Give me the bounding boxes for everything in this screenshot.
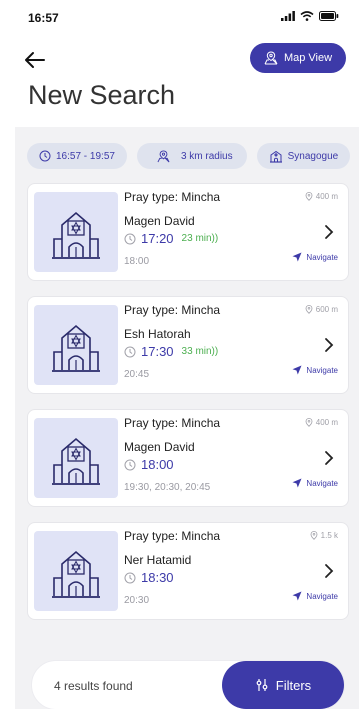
chip-time-range[interactable]: 16:57 - 19:57 — [27, 143, 127, 169]
synagogue-icon — [52, 437, 100, 485]
chevron-right-icon[interactable] — [324, 224, 334, 240]
clock-icon — [124, 572, 136, 583]
pray-type: Pray type: Mincha — [124, 416, 221, 430]
signal-icon — [281, 11, 295, 21]
time-remaining: 23 min)) — [181, 233, 219, 244]
distance: 400 m — [305, 192, 338, 201]
navigate-link[interactable]: Navigate — [292, 591, 338, 601]
location-pin-icon — [305, 305, 313, 314]
chevron-right-icon[interactable] — [324, 450, 334, 466]
navigate-label: Navigate — [306, 591, 338, 601]
filters-label: Filters — [275, 677, 312, 693]
prayer-time: 17:20 — [141, 231, 174, 246]
clock-icon — [124, 346, 136, 357]
result-card[interactable]: Pray type: Mincha 400 m Magen David 17:2… — [27, 183, 349, 281]
status-time: 16:57 — [28, 11, 59, 25]
synagogue-name: Magen David — [124, 440, 195, 454]
navigate-link[interactable]: Navigate — [292, 365, 338, 375]
other-times: 18:00 — [124, 256, 150, 267]
distance-value: 400 m — [315, 192, 338, 201]
synagogue-icon — [269, 150, 282, 163]
chip-radius[interactable]: 3 km radius — [136, 143, 247, 169]
synagogue-thumbnail — [34, 192, 118, 272]
wifi-icon — [300, 11, 314, 21]
distance: 1.5 k — [310, 531, 338, 540]
chip-label: Synagogue — [287, 150, 339, 162]
prayer-time: 18:00 — [141, 457, 174, 472]
results-panel: 16:57 - 19:57 3 km radius Synagogue Pray… — [15, 127, 359, 709]
pray-type: Pray type: Mincha — [124, 529, 221, 543]
synagogue-icon — [52, 211, 100, 259]
status-bar: 16:57 — [0, 0, 359, 36]
synagogue-thumbnail — [34, 305, 118, 385]
time-row: 17:20 23 min)) — [124, 231, 218, 246]
filter-chips: 16:57 - 19:57 3 km radius Synagogue — [27, 143, 351, 169]
synagogue-name: Ner Hatamid — [124, 553, 192, 567]
other-times: 19:30, 20:30, 20:45 — [124, 482, 211, 493]
chevron-right-icon[interactable] — [324, 337, 334, 353]
navigate-arrow-icon — [292, 478, 302, 488]
chip-type[interactable]: Synagogue — [256, 143, 351, 169]
navigate-arrow-icon — [292, 252, 302, 262]
filters-button[interactable]: Filters — [222, 661, 344, 709]
map-icon — [264, 51, 278, 65]
distance-value: 400 m — [315, 418, 338, 427]
navigate-arrow-icon — [292, 591, 302, 601]
synagogue-icon — [52, 324, 100, 372]
synagogue-thumbnail — [34, 531, 118, 611]
map-view-button[interactable]: Map View — [250, 43, 346, 73]
navigate-link[interactable]: Navigate — [292, 478, 338, 488]
page-title: New Search — [28, 80, 176, 110]
location-pin-icon — [305, 418, 313, 427]
synagogue-name: Magen David — [124, 214, 195, 228]
map-pin-icon — [157, 149, 170, 162]
prayer-time: 18:30 — [141, 570, 174, 585]
synagogue-name: Esh Hatorah — [124, 327, 191, 341]
map-view-label: Map View — [283, 52, 333, 64]
other-times: 20:30 — [124, 595, 150, 606]
navigate-link[interactable]: Navigate — [292, 252, 338, 262]
other-times: 20:45 — [124, 369, 150, 380]
navigate-label: Navigate — [306, 252, 338, 262]
chip-label: 16:57 - 19:57 — [56, 150, 115, 162]
filter-sliders-icon — [256, 679, 268, 691]
navigate-label: Navigate — [306, 478, 338, 488]
navigate-arrow-icon — [292, 365, 302, 375]
back-arrow-icon[interactable] — [24, 50, 46, 70]
distance-value: 600 m — [315, 305, 338, 314]
distance: 400 m — [305, 418, 338, 427]
prayer-time: 17:30 — [141, 344, 174, 359]
time-row: 18:00 — [124, 457, 182, 472]
chip-label: 3 km radius — [180, 150, 233, 162]
time-row: 18:30 — [124, 570, 182, 585]
synagogue-thumbnail — [34, 418, 118, 498]
result-card[interactable]: Pray type: Mincha 1.5 k Ner Hatamid 18:3… — [27, 522, 349, 620]
location-pin-icon — [310, 531, 318, 540]
distance-value: 1.5 k — [320, 531, 338, 540]
results-count: 4 results found — [54, 679, 133, 693]
navigate-label: Navigate — [306, 365, 338, 375]
chevron-right-icon[interactable] — [324, 563, 334, 579]
status-icons — [281, 11, 339, 21]
distance: 600 m — [305, 305, 338, 314]
clock-icon — [124, 233, 136, 244]
synagogue-icon — [52, 550, 100, 598]
battery-icon — [319, 11, 339, 21]
clock-icon — [39, 150, 51, 162]
pray-type: Pray type: Mincha — [124, 303, 221, 317]
pray-type: Pray type: Mincha — [124, 190, 221, 204]
clock-icon — [124, 459, 136, 470]
result-card[interactable]: Pray type: Mincha 400 m Magen David 18:0… — [27, 409, 349, 507]
location-pin-icon — [305, 192, 313, 201]
time-row: 17:30 33 min)) — [124, 344, 218, 359]
time-remaining: 33 min)) — [181, 346, 219, 357]
results-footer: 4 results found Filters — [31, 660, 345, 709]
result-card[interactable]: Pray type: Mincha 600 m Esh Hatorah 17:3… — [27, 296, 349, 394]
